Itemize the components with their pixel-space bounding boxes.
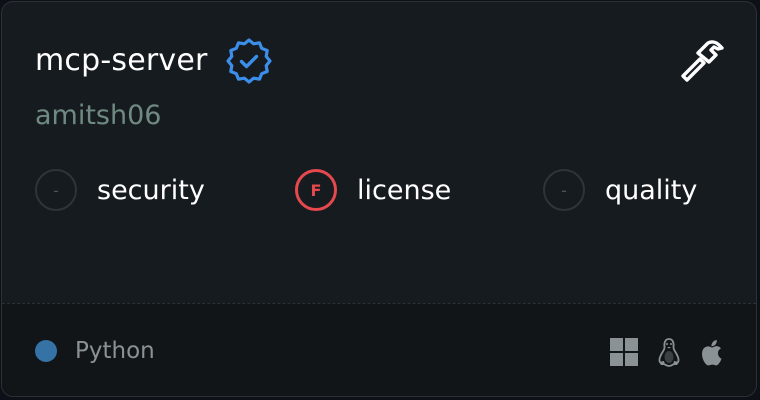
verified-badge-icon — [225, 38, 272, 84]
language-indicator: Python — [35, 338, 155, 364]
score-label: quality — [605, 174, 698, 206]
platform-icons — [610, 337, 726, 367]
language-name: Python — [75, 338, 155, 364]
server-card[interactable]: mcp-server amitsh06 - security F license — [1, 1, 757, 397]
score-row: - security F license - quality — [2, 164, 756, 216]
linux-icon — [656, 337, 682, 367]
owner-name[interactable]: amitsh06 — [35, 98, 161, 134]
score-security[interactable]: - security — [35, 164, 205, 216]
apple-icon — [700, 337, 726, 367]
score-grade-circle: - — [543, 169, 585, 211]
score-license[interactable]: F license — [295, 164, 451, 216]
card-footer: Python — [2, 303, 756, 396]
title-row: mcp-server — [35, 38, 272, 84]
language-dot — [35, 340, 57, 362]
score-grade-circle: F — [295, 169, 337, 211]
score-label: security — [97, 174, 205, 206]
hammer-icon[interactable] — [678, 38, 726, 84]
score-grade-circle: - — [35, 169, 77, 211]
score-quality[interactable]: - quality — [543, 164, 697, 216]
score-label: license — [357, 174, 452, 206]
windows-icon — [610, 338, 638, 366]
server-title[interactable]: mcp-server — [35, 41, 208, 81]
